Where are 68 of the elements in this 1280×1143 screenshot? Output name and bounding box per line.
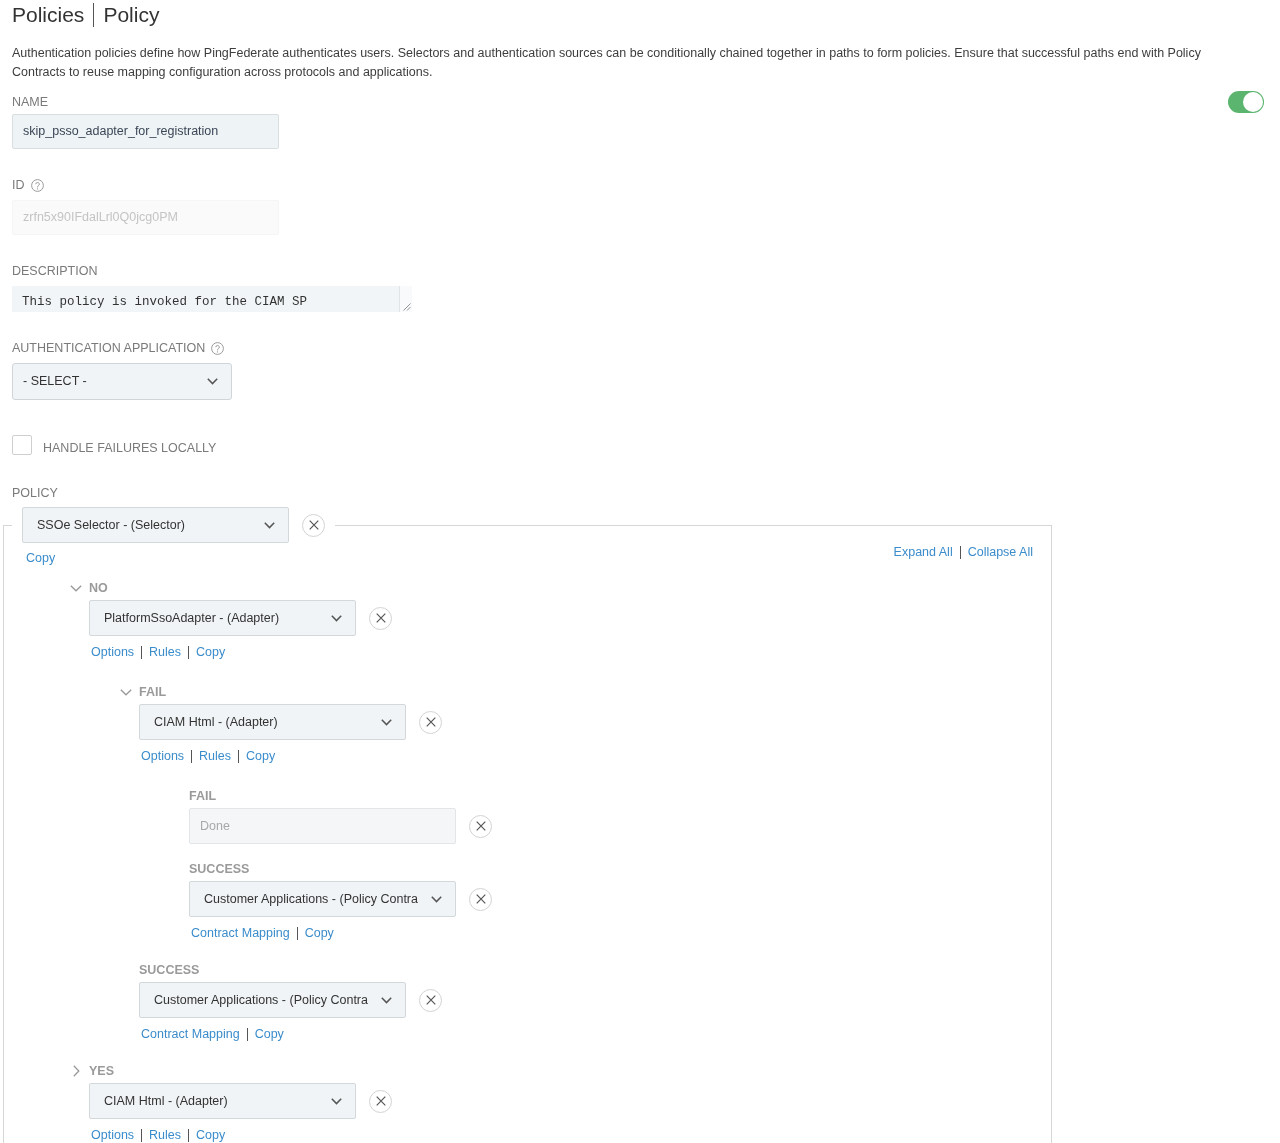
action-link[interactable]: Rules [199,748,232,764]
remove-button[interactable] [469,887,492,911]
action-link[interactable]: Expand All [893,544,953,560]
chevron-down-icon [207,378,218,385]
close-icon [308,520,319,530]
action-link[interactable]: Options [91,644,135,660]
intro-text: Authentication policies define how PingFederate authenticates users. Selectors and authentication sources can be conditionally chained together in paths to form policies. Ensure that successful paths end with Policy Contracts to reuse mapping configuration across protocols and applications. [12,45,1202,81]
field-label: DESCRIPTION [12,264,98,278]
policy-select[interactable]: CIAM Html - (Adapter) [89,1083,356,1119]
remove-button[interactable] [369,606,392,630]
branch-label: FAIL [189,789,217,803]
chevron-down-icon [331,614,342,622]
field-label: AUTHENTICATION APPLICATION [12,341,206,355]
chevron-down-icon [381,996,392,1004]
branch-label: FAIL [139,685,167,699]
field-label: POLICY [12,486,58,500]
remove-button[interactable] [302,513,325,537]
action-link[interactable]: Copy [304,925,334,941]
policy-select[interactable]: Customer Applications - (Policy Contra [189,881,456,917]
policy-select[interactable]: CIAM Html - (Adapter) [139,704,406,740]
policy-select[interactable]: Customer Applications - (Policy Contra [139,982,406,1018]
chevron-down-icon[interactable] [70,584,82,592]
branch-label: SUCCESS [189,862,250,876]
action-link[interactable]: Rules [149,644,182,660]
action-link[interactable]: Contract Mapping [191,925,290,941]
remove-button[interactable] [469,814,492,838]
close-icon [375,1096,386,1106]
branch-label: NO [89,581,108,595]
section-title: Policies [12,2,85,28]
branch-label: SUCCESS [139,963,200,977]
remove-button[interactable] [419,710,442,734]
remove-button[interactable] [419,988,442,1012]
close-icon [425,717,436,727]
action-link[interactable]: Options [91,1127,135,1143]
action-link[interactable]: Copy [246,748,276,764]
chevron-down-icon [331,1097,342,1105]
chevron-down-icon [431,895,442,903]
close-icon [475,821,486,831]
branch-label: YES [89,1064,114,1078]
action-link[interactable]: Copy [254,1026,284,1042]
remove-button[interactable] [369,1089,392,1113]
action-link[interactable]: Options [141,748,185,764]
chevron-down-icon [381,718,392,726]
checkbox-label: HANDLE FAILURES LOCALLY [43,439,217,455]
resize-grip-icon [403,303,411,311]
description-textarea[interactable]: This policy is invoked for the CIAM SP [12,286,412,312]
action-link[interactable]: Rules [149,1127,182,1143]
policy-select[interactable]: PlatformSsoAdapter - (Adapter) [89,600,356,636]
field-label: NAME [12,95,49,109]
dropdown-select[interactable]: - SELECT - [12,363,232,400]
field-label: ID [12,178,25,192]
close-icon [475,894,486,904]
page-title: Policy [103,2,160,28]
close-icon [375,613,386,623]
chevron-down-icon[interactable] [120,688,132,696]
policy-select[interactable]: SSOe Selector - (Selector) [22,507,289,543]
text-input: Done [189,808,456,844]
action-link[interactable]: Copy [196,1127,226,1143]
action-link[interactable]: Copy [196,644,226,660]
close-icon [425,995,436,1005]
chevron-right-icon[interactable] [72,1065,80,1077]
text-input[interactable]: skip_psso_adapter_for_registration [12,114,279,149]
chevron-down-icon [264,521,275,529]
enabled-toggle[interactable] [1228,91,1264,113]
action-link[interactable]: Collapse All [967,544,1033,560]
action-link[interactable]: Contract Mapping [141,1026,240,1042]
checkbox[interactable] [12,435,32,455]
action-link[interactable]: Copy [26,550,56,566]
